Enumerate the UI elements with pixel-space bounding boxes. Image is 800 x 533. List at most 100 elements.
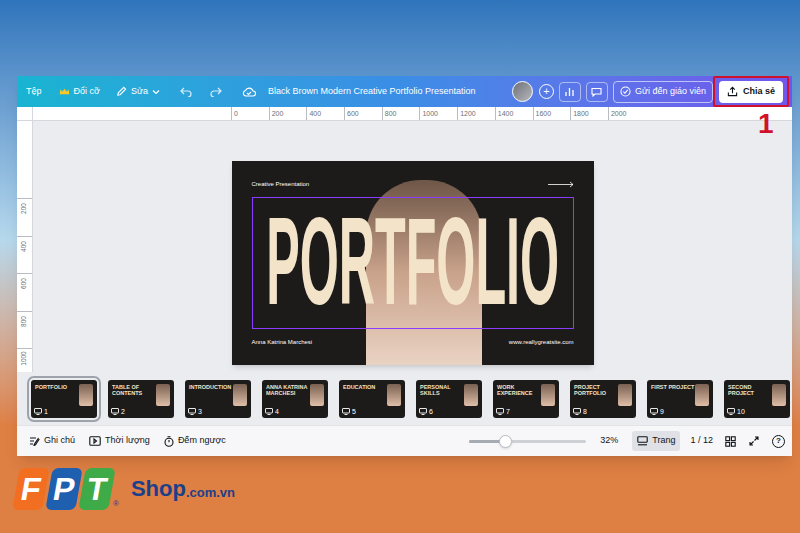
fpt-shop-logo: FPT ® Shop .com.vn xyxy=(16,468,235,510)
logo-registered: ® xyxy=(113,500,119,508)
slide-thumbnail[interactable]: WORK EXPERIENCE7 xyxy=(493,380,559,418)
arrow-right-icon xyxy=(548,181,574,188)
undo-icon[interactable] xyxy=(180,87,192,97)
timer-button[interactable]: Đếm ngược xyxy=(164,434,226,448)
thumbnail-photo xyxy=(695,384,709,406)
zoom-slider-thumb[interactable] xyxy=(499,435,512,448)
logo-shop: Shop xyxy=(131,478,186,500)
thumbnail-photo xyxy=(618,384,632,406)
thumbnail-number: 5 xyxy=(342,408,356,415)
zoom-reading[interactable]: 32% xyxy=(600,434,618,448)
slide-thumbnail[interactable]: SECOND PROJECT10 xyxy=(724,380,790,418)
thumbnail-number-label: 8 xyxy=(583,408,587,415)
thumbnail-photo xyxy=(79,384,93,406)
duration-button[interactable]: Thời lượng xyxy=(89,434,150,448)
monitor-icon xyxy=(265,408,273,415)
thumbnail-title: PROJECT PORTFOLIO xyxy=(574,384,618,396)
thumbnail-title: INTRODUCTION xyxy=(189,384,233,390)
fullscreen-icon[interactable] xyxy=(749,436,759,446)
grid-view-icon[interactable] xyxy=(725,436,736,447)
user-avatar[interactable] xyxy=(512,81,533,102)
selection-box xyxy=(252,197,574,329)
vertical-ruler: 2004006008001000 xyxy=(17,121,33,372)
chevron-down-icon xyxy=(152,89,160,95)
slide-thumbnail[interactable]: ANNA KATRINA MARCHESI 4 xyxy=(262,380,328,418)
thumbnail-number-label: 5 xyxy=(352,408,356,415)
check-circle-icon xyxy=(620,86,631,97)
slide-author[interactable]: Anna Katrina Marchesi xyxy=(252,339,313,345)
thumbnail-photo xyxy=(233,384,247,406)
bar-chart-icon xyxy=(564,87,575,97)
ruler-label: 1200 xyxy=(457,107,495,120)
thumbnail-title: ANNA KATRINA MARCHESI xyxy=(266,384,310,396)
monitor-icon xyxy=(342,408,350,415)
slide-thumbnail[interactable]: EDUCATION 5 xyxy=(339,380,405,418)
page-thumbnails: PORTFOLIO1 TABLE OF CONTENTS2 INTRODUCTION… xyxy=(17,372,792,425)
ruler-tick: 600 xyxy=(17,273,32,311)
slide[interactable]: Creative Presentation PORTFOLIO Anna Kat… xyxy=(232,161,594,365)
notes-icon xyxy=(29,436,40,446)
top-toolbar: Tệp Đổi cỡ Sửa Black Brown Modern Creati… xyxy=(17,76,792,107)
ruler-corner xyxy=(17,107,33,120)
editor-canvas: Creative Presentation PORTFOLIO Anna Kat… xyxy=(33,121,792,372)
comment-button[interactable] xyxy=(586,82,608,102)
canva-window: Tệp Đổi cỡ Sửa Black Brown Modern Creati… xyxy=(17,76,792,456)
ruler-label: 600 xyxy=(21,278,28,289)
notes-button[interactable]: Ghi chú xyxy=(29,434,75,448)
thumbnail-number: 6 xyxy=(419,408,433,415)
ruler-label: 1000 xyxy=(21,352,28,366)
ruler-label: 400 xyxy=(306,107,344,120)
play-screen-icon xyxy=(89,436,101,446)
thumbnail-number: 10 xyxy=(727,408,745,415)
logo-tile: P xyxy=(45,468,82,510)
document-title[interactable]: Black Brown Modern Creative Portfolio Pr… xyxy=(268,85,476,99)
share-button[interactable]: Chia sẻ xyxy=(719,81,783,103)
bottom-bar: Ghi chú Thời lượng Đếm ngược 32% Trang 1… xyxy=(17,425,792,456)
logo-tile: F xyxy=(12,468,49,510)
comment-icon xyxy=(591,87,602,97)
monitor-icon xyxy=(34,408,42,415)
logo-letter: T xyxy=(84,473,109,505)
redo-icon[interactable] xyxy=(210,87,222,97)
ruler-label: 1600 xyxy=(533,107,571,120)
ruler-tick: 400 xyxy=(17,236,32,274)
zoom-slider-fill xyxy=(469,440,505,443)
thumbnail-number-label: 4 xyxy=(275,408,279,415)
slide-website[interactable]: www.reallygreatsite.com xyxy=(509,339,574,345)
logo-domain: .com.vn xyxy=(186,486,235,499)
thumbnail-photo xyxy=(310,384,324,406)
slide-thumbnail[interactable]: TABLE OF CONTENTS2 xyxy=(108,380,174,418)
cloud-icon[interactable] xyxy=(242,87,256,97)
ruler-tick: 1000 xyxy=(17,348,32,372)
resize-menu[interactable]: Đổi cỡ xyxy=(59,85,100,99)
slide-title[interactable]: PORTFOLIO xyxy=(266,199,559,323)
insights-button[interactable] xyxy=(559,82,581,102)
slide-thumbnail[interactable]: PERSONAL SKILLS6 xyxy=(416,380,482,418)
ruler-label: 400 xyxy=(21,241,28,252)
horizontal-ruler: 0200400600800100012001400160018002000 xyxy=(17,107,792,121)
thumbnail-title: TABLE OF CONTENTS xyxy=(112,384,156,396)
ruler-label: 200 xyxy=(269,107,307,120)
thumbnail-number-label: 3 xyxy=(198,408,202,415)
send-to-teacher-button[interactable]: Gửi đến giáo viên xyxy=(613,81,713,103)
thumbnail-number-label: 10 xyxy=(737,408,745,415)
ruler-tick: 800 xyxy=(17,311,32,349)
slide-thumbnail[interactable]: FIRST PROJECT9 xyxy=(647,380,713,418)
slide-thumbnail[interactable]: PROJECT PORTFOLIO 8 xyxy=(570,380,636,418)
add-collaborator-button[interactable]: + xyxy=(539,84,554,99)
thumbnail-photo xyxy=(464,384,478,406)
logo-tile: T xyxy=(78,468,115,510)
pages-button[interactable]: Trang xyxy=(632,431,680,451)
logo-letter: F xyxy=(18,473,43,505)
slide-thumbnail[interactable]: INTRODUCTION 3 xyxy=(185,380,251,418)
ruler-label: 1000 xyxy=(419,107,457,120)
thumbnail-title: EDUCATION xyxy=(343,384,387,390)
zoom-slider[interactable] xyxy=(469,440,586,443)
help-button[interactable]: ? xyxy=(772,435,785,448)
slide-thumbnail[interactable]: PORTFOLIO1 xyxy=(31,380,97,418)
slide-kicker[interactable]: Creative Presentation xyxy=(252,181,310,187)
thumbnail-number: 3 xyxy=(188,408,202,415)
annotation-label: 1 xyxy=(758,110,774,138)
file-menu[interactable]: Tệp xyxy=(25,85,43,99)
edit-menu[interactable]: Sửa xyxy=(116,85,160,99)
